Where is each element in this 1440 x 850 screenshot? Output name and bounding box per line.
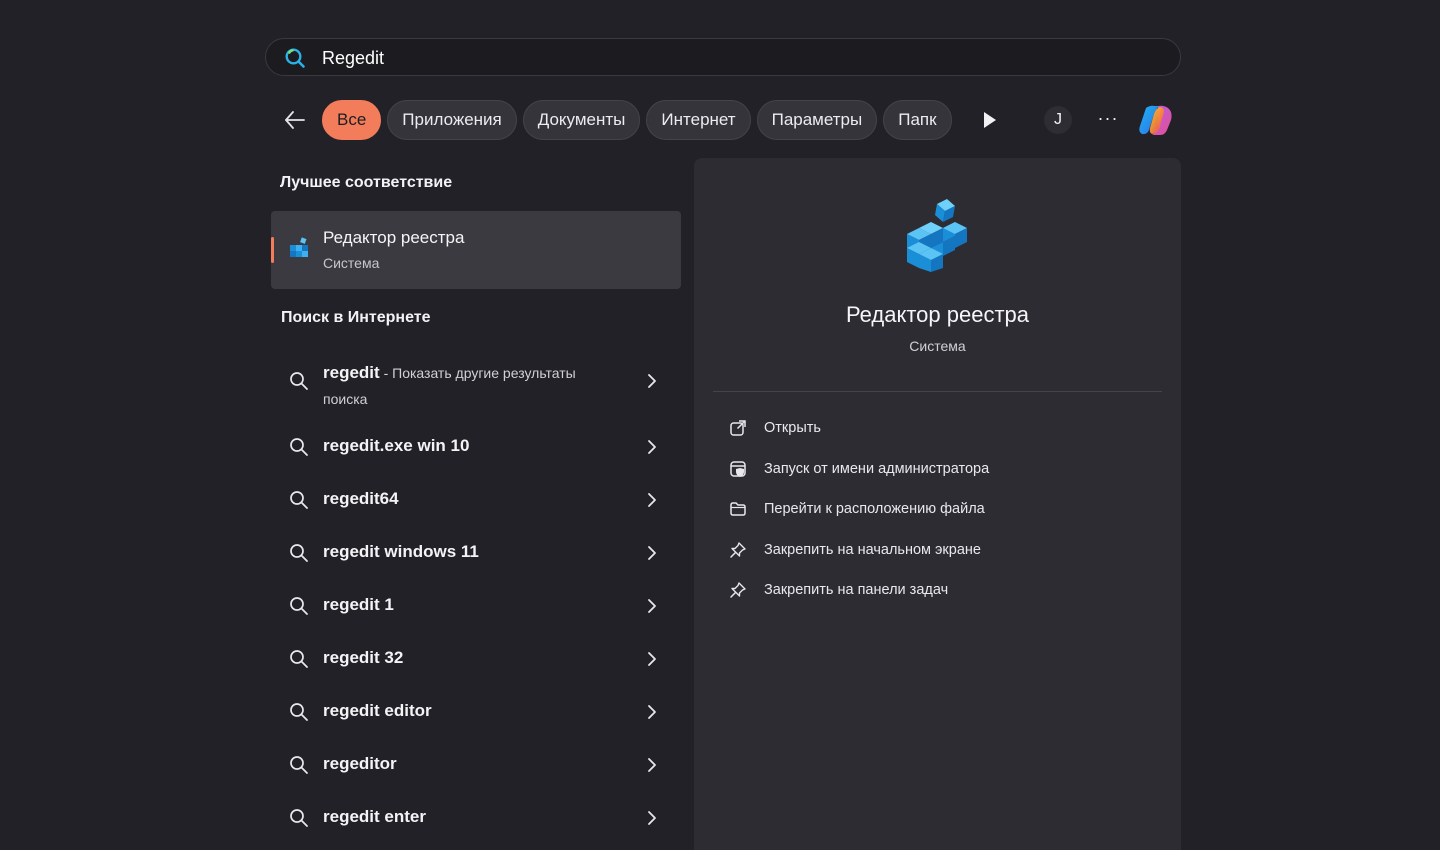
suggestion-query: regedit editor [323,701,432,720]
chevron-right-icon [648,652,656,666]
back-arrow-icon[interactable] [282,107,308,133]
search-icon [290,544,308,562]
action-item[interactable]: Перейти к расположению файла [724,491,1154,532]
search-icon [285,48,305,68]
action-label: Закрепить на панели задач [764,582,949,598]
registry-editor-large-icon [907,199,967,272]
user-avatar[interactable]: J [1044,106,1072,134]
chevron-right-icon [648,811,656,825]
best-match-type: Система [323,255,380,271]
web-suggestion-item[interactable]: regedit 1 [271,579,681,632]
suggestion-query: regedit [323,363,380,382]
search-icon [290,809,308,827]
windows-search-window: ВсеПриложенияДокументыИнтернетПараметрыП… [0,0,1440,850]
admin-shield-icon [730,460,746,477]
chevron-right-icon [648,374,656,388]
action-item[interactable]: Закрепить на панели задач [724,572,1154,613]
action-item[interactable]: Открыть [724,410,1154,451]
suggestion-query: regedit64 [323,489,399,508]
detail-app-name: Редактор реестра [845,302,1030,327]
action-list: Открыть Запуск от имени администратора Пер… [724,410,1154,613]
filter-chip[interactable]: Документы [522,100,641,140]
search-icon [290,756,308,774]
web-suggestion-item[interactable]: regedit - Показать другие результаты пои… [271,350,681,418]
pin-icon [730,541,746,558]
chevron-right-icon [648,758,656,772]
web-suggestion-item[interactable]: regedit.exe win 10 [271,420,681,473]
action-item[interactable]: Закрепить на начальном экране [724,532,1154,573]
filter-chip[interactable]: Приложения [387,100,517,140]
suggestion-text: regedit.exe win 10 [323,436,469,456]
filter-chips: Все Приложения Документы Интернет Параметры П… [322,100,958,140]
web-search-heading: Поиск в Интернете [281,309,431,326]
registry-editor-icon [290,237,308,257]
suggestion-text: regedit 32 [323,648,403,668]
web-suggestion-item[interactable]: regedit windows 11 [271,526,681,579]
filter-chip[interactable]: Папк [883,100,952,140]
chevron-right-icon [648,493,656,507]
suggestion-text: regedit windows 11 [323,542,479,562]
search-icon [290,703,308,721]
action-label: Открыть [764,420,821,436]
suggestion-text: regeditor [323,754,397,774]
suggestion-query: regedit windows 11 [323,542,479,561]
filter-bar: Все Приложения Документы Интернет Параметры П… [278,100,1178,140]
detail-app-type: Система [909,338,966,354]
suggestion-query: regeditor [323,754,397,773]
web-suggestion-item[interactable]: regedit enter [271,791,681,844]
suggestion-text: regedit enter [323,807,426,827]
action-label: Запуск от имени администратора [764,460,990,477]
best-match-item[interactable]: Редактор реестра Система [271,211,681,289]
divider [713,391,1162,392]
action-label: Закрепить на начальном экране [764,541,981,558]
detail-panel: Редактор реестра Система Открыть Запуск о… [694,158,1181,850]
filter-chip[interactable]: Все [322,100,382,140]
chevron-right-icon [648,546,656,560]
suggestion-text: regedit editor [323,701,432,721]
chevron-right-icon [648,440,656,454]
search-input[interactable] [320,39,1144,77]
pin-icon [730,582,746,598]
web-suggestions-list: regedit - Показать другие результаты пои… [271,350,681,844]
scroll-right-play-icon[interactable] [980,110,1000,130]
search-icon [290,438,308,456]
search-icon [290,597,308,615]
web-suggestion-item[interactable]: regedit editor [271,685,681,738]
suggestion-text: regedit64 [323,489,399,509]
selection-indicator [271,237,274,263]
chevron-right-icon [648,705,656,719]
chevron-right-icon [648,599,656,613]
filter-chip[interactable]: Интернет [646,100,751,140]
action-item[interactable]: Запуск от имени администратора [724,451,1154,492]
best-match-heading: Лучшее соответствие [280,174,453,191]
search-icon [290,650,308,668]
copilot-icon[interactable] [1136,100,1176,140]
best-match-name: Редактор реестра [323,228,465,247]
search-box[interactable] [265,38,1181,77]
suggestion-query: regedit enter [323,807,426,826]
more-options-button[interactable]: ··· [1094,104,1122,136]
suggestion-query: regedit 32 [323,648,404,667]
suggestion-text: regedit 1 [323,595,394,615]
web-suggestion-item[interactable]: regedit64 [271,473,681,526]
web-suggestion-item[interactable]: regedit 32 [271,632,681,685]
search-icon [290,491,308,509]
open-external-icon [730,420,746,436]
filter-chip[interactable]: Параметры [756,100,878,140]
suggestion-query: regedit.exe win 10 [323,436,470,455]
folder-icon [730,502,746,516]
search-icon [290,372,308,390]
suggestion-text: regedit - Показать другие результаты пои… [323,360,613,412]
suggestion-query: regedit 1 [323,595,394,614]
web-suggestion-item[interactable]: regeditor [271,738,681,791]
action-label: Перейти к расположению файла [764,501,985,517]
